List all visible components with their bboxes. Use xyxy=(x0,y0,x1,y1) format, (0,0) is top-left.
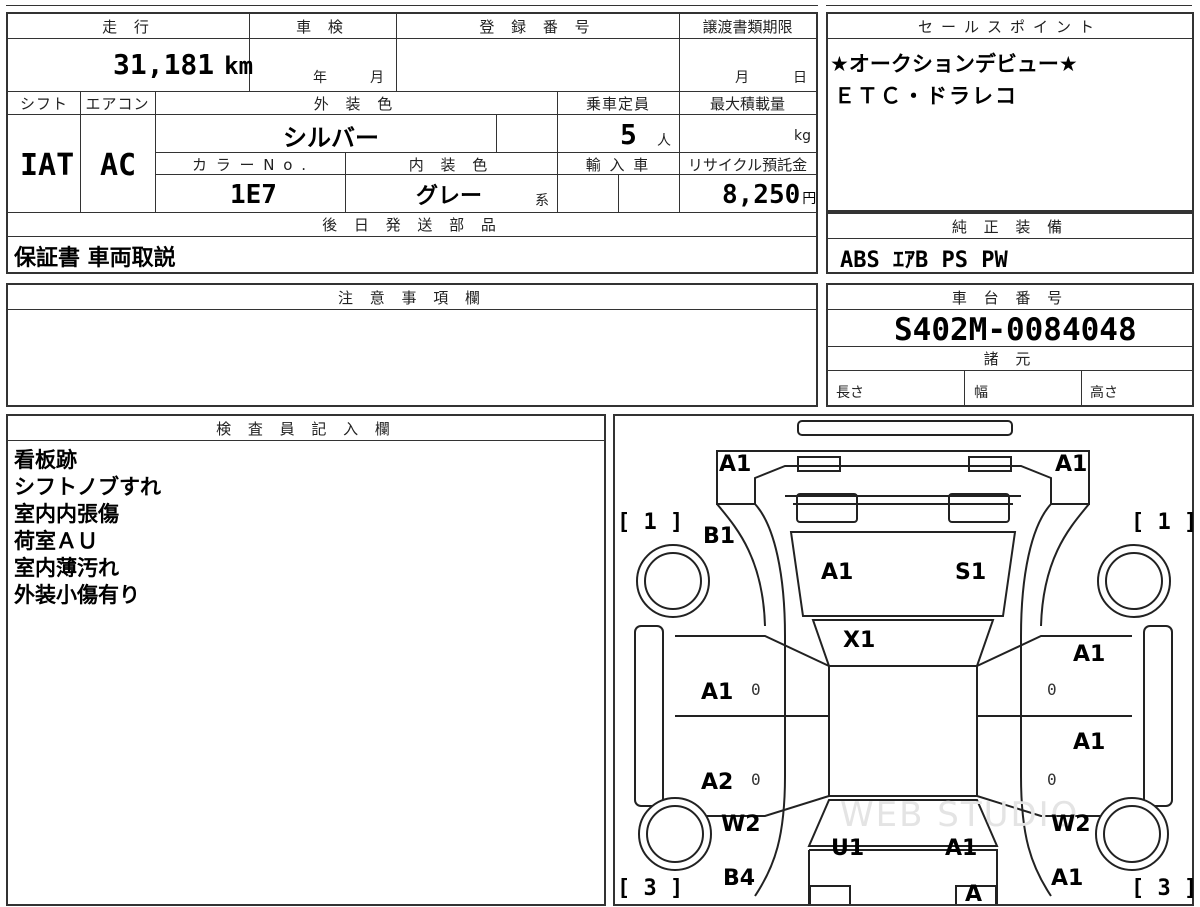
recycle-fee-value: 8,250 円 xyxy=(722,180,817,210)
damage-rear-left: B4 xyxy=(723,866,756,891)
damage-roof-right: A1 xyxy=(945,836,978,861)
top-strip xyxy=(0,0,1200,8)
registration-header: 登 録 番 号 xyxy=(479,18,596,36)
recycle-fee-header: リサイクル預託金 xyxy=(687,156,808,174)
exterior-color-header: 外 装 色 xyxy=(313,95,399,113)
damage-front-door-right: A1 xyxy=(1073,642,1106,667)
capacity-header: 乗車定員 xyxy=(585,95,650,113)
mileage-value: 31,181 km xyxy=(113,48,254,81)
damage-front-left: A1 xyxy=(719,452,752,477)
inspection-month: 月 xyxy=(370,70,384,86)
damage-rear-right: A1 xyxy=(1051,866,1084,891)
inspector-line: 荷室ＡＵ xyxy=(14,529,98,553)
door-zero-mark: 0 xyxy=(751,770,761,789)
notes-box: 注 意 事 項 欄 xyxy=(6,283,818,407)
damage-front-door-left: A1 xyxy=(701,680,734,705)
later-parts-value: 保証書 車両取説 xyxy=(14,246,176,271)
car-outline: WEB STUDIO xyxy=(634,420,1173,904)
inspector-line: シフトノブすれ xyxy=(14,475,161,499)
sales-points-box: セールスポイント ★オークションデビュー★ ＥＴＣ・ドラレコ xyxy=(826,12,1194,212)
inspector-line: 看板跡 xyxy=(14,448,77,472)
shift-value: IAT xyxy=(20,148,75,183)
height-label: 高さ xyxy=(1090,385,1118,401)
equipment-header: 純 正 装 備 xyxy=(951,218,1069,236)
rear-right-bracket: [ 3 ] xyxy=(1131,876,1198,901)
front-left-bracket: [ 1 ] xyxy=(617,510,684,535)
inspector-line: 外装小傷有り xyxy=(14,583,140,607)
equipment-value: ABS ｴｱB PS PW xyxy=(840,248,1008,273)
sales-point-line-1: ★オークションデビュー★ xyxy=(830,52,1078,76)
damage-roof-left: U1 xyxy=(831,836,865,861)
capacity-value: 5 xyxy=(620,118,637,151)
dimensions-header: 諸 元 xyxy=(983,350,1037,368)
inspection-year: 年 xyxy=(313,70,327,86)
watermark: WEB STUDIO xyxy=(840,795,1079,835)
damage-hood-left: A1 xyxy=(821,560,854,585)
capacity-unit: 人 xyxy=(657,133,671,149)
vehicle-info-grid: 走 行 車 検 登 録 番 号 譲渡書類期限 31,181 km 年 月 月 日 … xyxy=(6,12,818,274)
notes-header: 注 意 事 項 欄 xyxy=(337,289,487,307)
color-no-header: カ ラ ー N o . xyxy=(191,156,308,174)
damage-quarter-left: W2 xyxy=(721,812,761,837)
sales-point-line-2: ＥＴＣ・ドラレコ xyxy=(834,84,1018,108)
later-parts-header: 後 日 発 送 部 品 xyxy=(322,216,502,234)
max-load-unit: kg xyxy=(794,128,811,144)
transfer-day: 日 xyxy=(793,70,807,86)
interior-suffix: 系 xyxy=(535,193,549,209)
door-zero-mark: 0 xyxy=(751,680,761,699)
shift-header: シフト xyxy=(19,95,68,113)
transfer-deadline-header: 譲渡書類期限 xyxy=(702,18,793,36)
max-load-header: 最大積載量 xyxy=(709,95,785,113)
chassis-value: S402M-0084048 xyxy=(894,312,1137,348)
damage-front-right: A1 xyxy=(1055,452,1088,477)
chassis-box: 車 台 番 号 S402M-0084048 諸 元 長さ 幅 高さ xyxy=(826,283,1194,407)
transfer-month: 月 xyxy=(735,70,749,86)
door-zero-mark: 0 xyxy=(1047,680,1057,699)
mileage-header: 走 行 xyxy=(102,18,155,36)
damage-rear-center: A xyxy=(965,882,983,907)
import-header: 輸 入 車 xyxy=(585,156,651,174)
inspector-line: 室内内張傷 xyxy=(14,502,119,526)
inspector-header: 検 査 員 記 入 欄 xyxy=(216,420,396,438)
aircon-header: エアコン xyxy=(85,95,150,113)
color-no-value: 1E7 xyxy=(230,180,277,210)
rear-left-bracket: [ 3 ] xyxy=(617,876,684,901)
damage-rear-door-right: A1 xyxy=(1073,730,1106,755)
damage-hood-right: S1 xyxy=(955,560,987,585)
damage-quarter-right: W2 xyxy=(1051,812,1091,837)
exterior-color-value: シルバー xyxy=(283,124,379,152)
length-label: 長さ xyxy=(836,385,864,401)
inspection-header: 車 検 xyxy=(296,18,349,36)
interior-color-header: 内 装 色 xyxy=(408,156,494,174)
aircon-value: AC xyxy=(100,148,137,183)
inspector-box: 検 査 員 記 入 欄 看板跡 シフトノブすれ 室内内張傷 荷室ＡＵ 室内薄汚れ… xyxy=(6,414,606,906)
equipment-box: 純 正 装 備 ABS ｴｱB PS PW xyxy=(826,212,1194,274)
sales-points-header: セールスポイント xyxy=(917,18,1102,36)
damage-fender-left: B1 xyxy=(703,524,736,549)
interior-color-value: グレー xyxy=(416,184,483,209)
inspector-line: 室内薄汚れ xyxy=(14,556,119,580)
damage-rear-door-left: A2 xyxy=(701,770,734,795)
car-diagram-box: WEB STUDIO [ 1 ] [ 1 ] [ 3 ] [ 3 ] A1 A1… xyxy=(613,414,1198,907)
damage-windshield: X1 xyxy=(843,628,876,653)
door-zero-mark: 0 xyxy=(1047,770,1057,789)
front-right-bracket: [ 1 ] xyxy=(1131,510,1198,535)
width-label: 幅 xyxy=(974,385,988,401)
chassis-header: 車 台 番 号 xyxy=(951,289,1069,307)
